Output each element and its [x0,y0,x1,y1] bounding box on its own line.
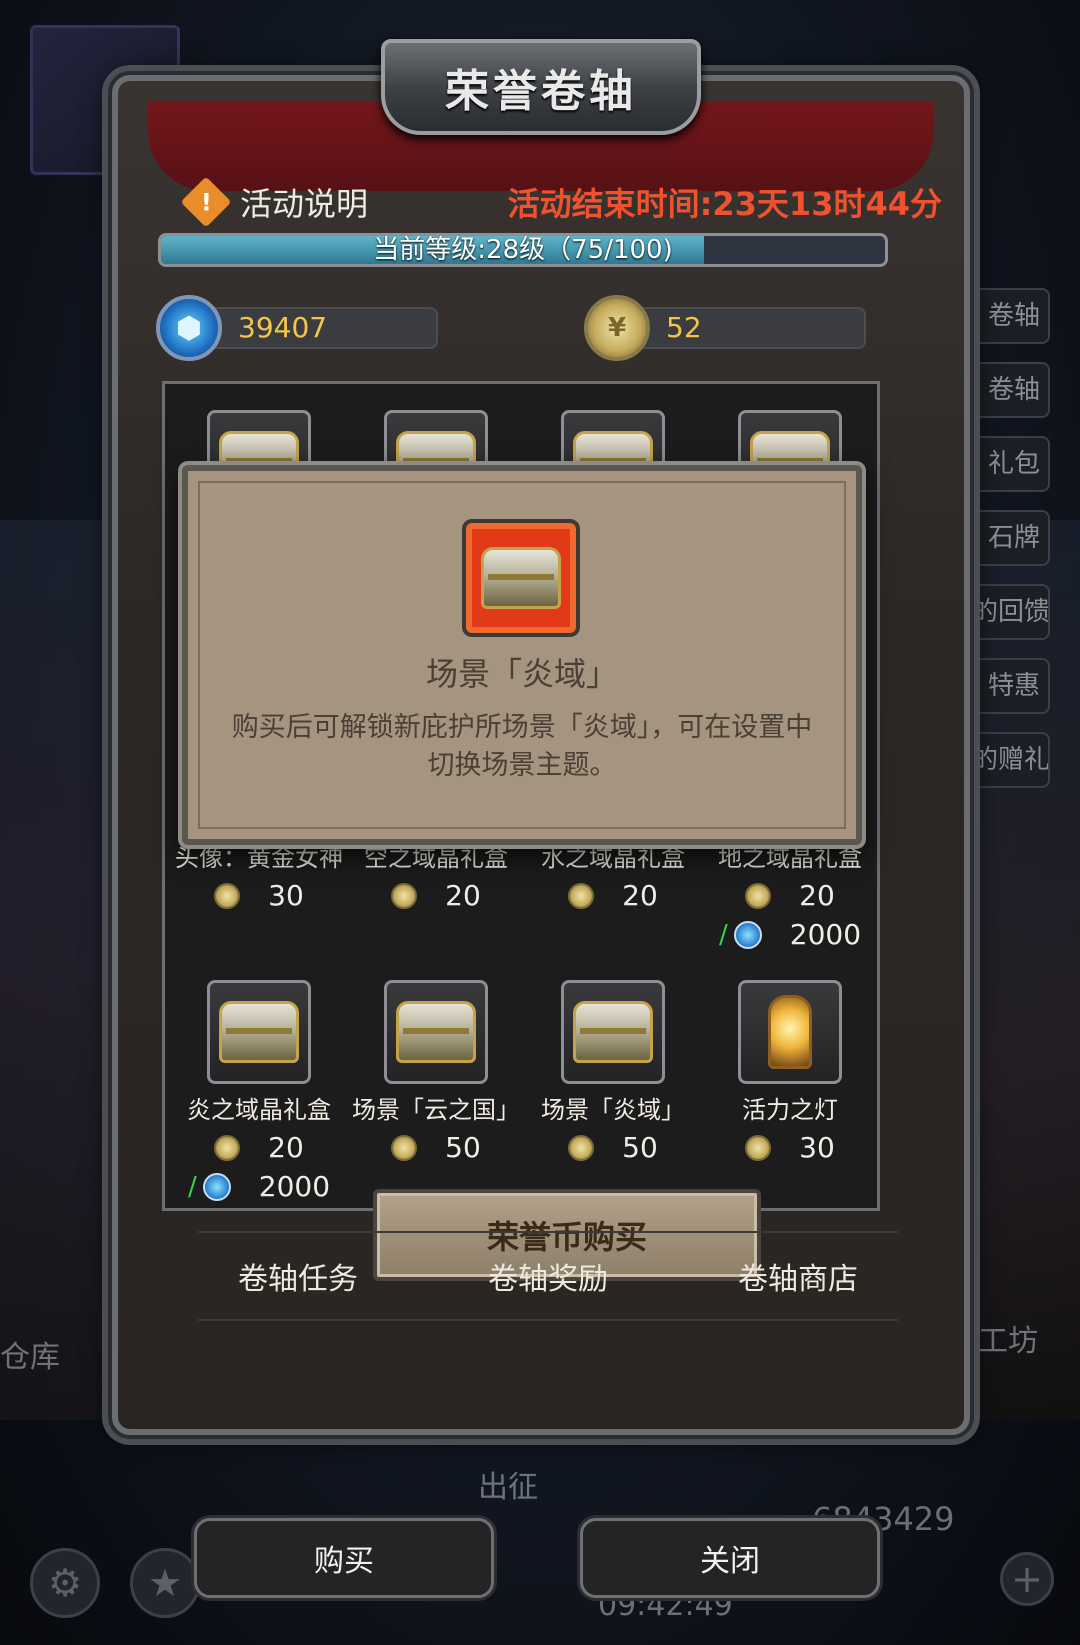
popup-description: 购买后可解锁新庇护所场景「炎域」，可在设置中切换场景主题。 [231,712,813,781]
expedition-label: 出征 [478,1470,538,1505]
honor-coin-icon: ¥ [584,295,650,361]
item-price: 20 [523,879,703,912]
buy-button-label: 购买 [314,1544,374,1579]
price-value: 20 [268,1131,304,1164]
dialog-title: 荣誉卷轴 [445,66,637,117]
workshop-label: 工坊 [978,1324,1038,1359]
price-value: 50 [622,1131,658,1164]
add-icon: + [1000,1552,1054,1606]
warning-icon: ! [180,176,232,228]
shop-item[interactable]: 地之域晶礼盒 20 /2000 [700,832,880,951]
event-end-time: 活动结束时间:23天13时44分 [507,185,942,223]
shop-item[interactable]: 炎之域晶礼盒 20 /2000 [169,980,349,1203]
item-price: 20 [700,879,880,912]
chest-icon [207,980,311,1084]
gem-balance: ⬢ 39407 [156,293,438,363]
honor-coin-icon [568,882,595,909]
item-name: 场景「云之国」 [352,1096,520,1124]
side-button: 的回馈 [970,584,1050,640]
price-value: 20 [445,879,481,912]
close-button[interactable]: 关闭 [580,1518,880,1598]
honor-coin-icon [391,1134,418,1161]
gem-icon [202,1172,231,1201]
achievement-star-icon: ★ [130,1548,200,1618]
item-price: 20 [169,1131,349,1164]
item-price: 50 [523,1131,703,1164]
lamp-icon [738,980,842,1084]
level-progress-text: 当前等级:28级（75/100) [373,235,673,265]
shop-item[interactable]: 场景「炎域」 50 [523,980,703,1164]
settings-gear-icon: ⚙ [30,1548,100,1618]
item-chest-icon [462,519,580,637]
tab-scroll-shop[interactable]: 卷轴商店 [698,1254,898,1298]
honor-coin-balance: ¥ 52 [584,293,866,363]
price-value: 20 [622,879,658,912]
item-alt-price: /2000 [718,918,862,951]
popup-title: 场景「炎域」 [425,655,618,693]
gem-icon [733,920,762,949]
honor-coin-icon [391,882,418,909]
gem-icon: ⬢ [156,295,222,361]
background-scenery-right [960,520,1080,1420]
alt-price-value: 2000 [258,1170,331,1203]
tab-scroll-tasks[interactable]: 卷轴任务 [198,1254,398,1298]
honor-coin-icon [214,882,241,909]
side-button: 卷轴 [970,288,1050,344]
item-name: 场景「炎域」 [541,1096,685,1124]
close-button-label: 关闭 [700,1544,760,1579]
price-value: 30 [799,1131,835,1164]
shop-item[interactable]: 场景「云之国」 50 [346,980,526,1164]
shop-item[interactable]: 活力之灯 30 [700,980,880,1164]
activity-info-button[interactable]: ! 活动说明 [180,176,369,228]
side-button: 礼包 [970,436,1050,492]
price-value: 50 [445,1131,481,1164]
item-price: 20 [346,879,526,912]
activity-info-label: 活动说明 [240,185,369,223]
item-price: 30 [700,1131,880,1164]
chest-icon [561,980,665,1084]
scroll-tabs: 卷轴任务 卷轴奖励 卷轴商店 [198,1231,898,1321]
dialog-title-plate: 荣誉卷轴 [381,39,701,135]
chest-icon [384,980,488,1084]
side-button: 特惠 [970,658,1050,714]
warehouse-label: 仓库 [0,1340,60,1375]
item-alt-price: /2000 [187,1170,331,1203]
buy-button[interactable]: 购买 [194,1518,494,1598]
price-value: 20 [799,879,835,912]
tab-scroll-rewards[interactable]: 卷轴奖励 [448,1254,648,1298]
price-value: 30 [268,879,304,912]
honor-coin-icon [745,882,772,909]
item-price: 30 [169,879,349,912]
side-button: 卷轴 [970,362,1050,418]
alt-price-value: 2000 [789,918,862,951]
honor-coin-icon [568,1134,595,1161]
item-price: 50 [346,1131,526,1164]
side-button: 的赠礼 [970,732,1050,788]
gem-amount: 39407 [208,307,438,349]
side-button: 石牌 [970,510,1050,566]
honor-coin-icon [745,1134,772,1161]
level-progress-bar: 当前等级:28级（75/100) [158,233,888,267]
item-detail-popup: 场景「炎域」 购买后可解锁新庇护所场景「炎域」，可在设置中切换场景主题。 [182,465,862,845]
item-name: 炎之域晶礼盒 [187,1096,331,1124]
honor-coin-amount: 52 [636,307,866,349]
item-name: 活力之灯 [742,1096,838,1124]
game-screen: 卷轴 卷轴 礼包 石牌 的回馈 特惠 的赠礼 仓库 工坊 出征 ⚙ ★ + 68… [0,0,1080,1645]
honor-coin-icon [214,1134,241,1161]
